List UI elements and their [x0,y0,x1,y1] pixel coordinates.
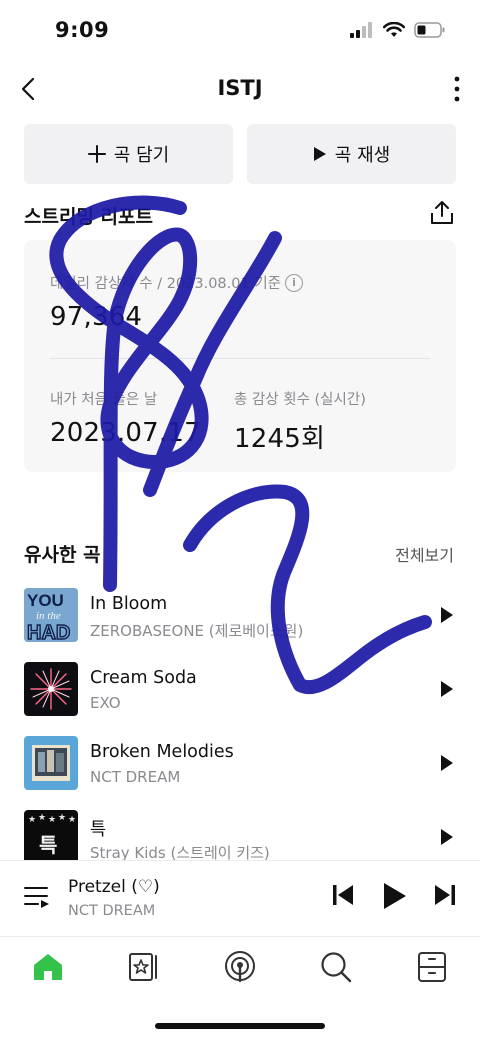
signal-icon [350,22,372,38]
home-indicator [155,1023,325,1029]
share-button[interactable] [428,198,456,228]
song-row[interactable]: Cream Soda EXO [0,658,480,732]
add-song-label: 곡 담기 [113,145,170,166]
status-bar: 9:09 [0,0,480,60]
album-art-in-bloom: YOU in the HAD [24,588,78,642]
tab-library[interactable] [126,949,162,985]
play-icon [441,755,453,771]
skip-back-icon [333,885,353,905]
total-plays-value: 1245회 [234,424,326,454]
info-icon[interactable]: i [285,273,304,292]
play-song-label: 곡 재생 [334,145,391,166]
song-row[interactable]: Broken Melodies NCT DREAM [0,732,480,806]
action-row: 곡 담기 곡 재생 [24,124,456,184]
song-artist: ZEROBASEONE (제로베이스원) [90,622,304,640]
play-icon [384,883,406,909]
battery-icon [414,22,445,38]
playlist-queue-button[interactable] [24,885,50,913]
song-row[interactable]: YOU in the HAD In Bloom ZEROBASEONE (제로베… [0,584,480,658]
mini-player[interactable]: Pretzel (♡) NCT DREAM [0,860,480,936]
tab-bar [0,936,480,996]
song-play-button[interactable] [438,752,456,774]
svg-text:★: ★ [48,815,56,825]
song-title: In Bloom [90,594,168,614]
song-list: YOU in the HAD In Bloom ZEROBASEONE (제로베… [0,584,480,880]
song-play-button[interactable] [438,604,456,626]
wifi-icon [383,22,405,37]
daily-listeners-label-text: 데일리 감상자 수 / 2023.08.01 기준 [50,276,282,292]
play-icon [441,607,453,623]
tab-storage[interactable] [414,949,450,985]
share-icon [431,201,453,224]
now-playing-title: Pretzel (♡) [68,877,160,897]
daily-listeners-label: 데일리 감상자 수 / 2023.08.01 기준 i [50,272,304,293]
album-art-s-class: ★ ★ ★ ★ ★ 특 [24,810,78,864]
report-title: 스트리밍 리포트 [24,206,153,228]
play-icon [441,681,453,697]
play-pause-button[interactable] [382,881,408,911]
album-art-text-1: YOU [27,591,64,610]
song-artist: EXO [90,694,121,712]
more-button[interactable] [450,74,464,104]
storage-icon [418,952,446,982]
tab-search[interactable] [318,949,354,985]
report-card: 데일리 감상자 수 / 2023.08.01 기준 i 97,364 내가 처음… [24,240,456,472]
first-listened-value: 2023.07.17 [50,418,201,448]
svg-text:★: ★ [68,815,76,825]
page-title: ISTJ [217,76,263,100]
plus-icon [87,145,106,163]
svg-text:★: ★ [38,813,46,823]
song-artist: NCT DREAM [90,768,181,786]
play-song-button[interactable]: 곡 재생 [247,124,456,184]
queue-icon [24,887,49,908]
add-song-button[interactable]: 곡 담기 [24,124,233,184]
status-icons [350,22,446,38]
view-all-link[interactable]: 전체보기 [395,542,454,566]
song-play-button[interactable] [438,826,456,848]
album-art-text: 특 [39,833,57,857]
search-icon [321,952,352,983]
song-title: Cream Soda [90,668,197,688]
nav-bar: ISTJ [0,60,480,118]
tab-home[interactable] [30,949,66,985]
similar-title: 유사한 곡 [24,544,101,566]
album-art-broken-melodies [24,736,78,790]
skip-forward-icon [435,885,455,905]
album-art-text-2: in the [36,610,61,622]
more-vertical-icon [454,76,460,102]
podcast-icon [225,951,255,983]
play-icon [313,147,326,161]
screen: 9:09 ISTJ 곡 담기 곡 재생 스트리밍 리포트 데일리 감상자 수 /… [0,0,480,1039]
song-title: 특 [90,820,107,840]
next-button[interactable] [434,883,456,907]
home-icon [34,954,62,980]
status-time: 9:09 [55,18,110,42]
svg-text:★: ★ [58,813,66,823]
daily-listeners-value: 97,364 [50,302,143,332]
tab-podcast[interactable] [222,949,258,985]
now-playing-artist: NCT DREAM [68,903,156,919]
previous-button[interactable] [332,883,354,907]
library-icon [129,953,157,981]
svg-text:★: ★ [28,815,36,825]
play-icon [441,829,453,845]
song-play-button[interactable] [438,678,456,700]
total-plays-label: 총 감상 횟수 (실시간) [234,392,366,408]
first-listened-label: 내가 처음 들은 날 [50,392,158,408]
song-title: Broken Melodies [90,742,234,762]
card-divider [50,358,430,359]
album-art-text-3: HAD [27,622,70,642]
album-art-cream-soda [24,662,78,716]
